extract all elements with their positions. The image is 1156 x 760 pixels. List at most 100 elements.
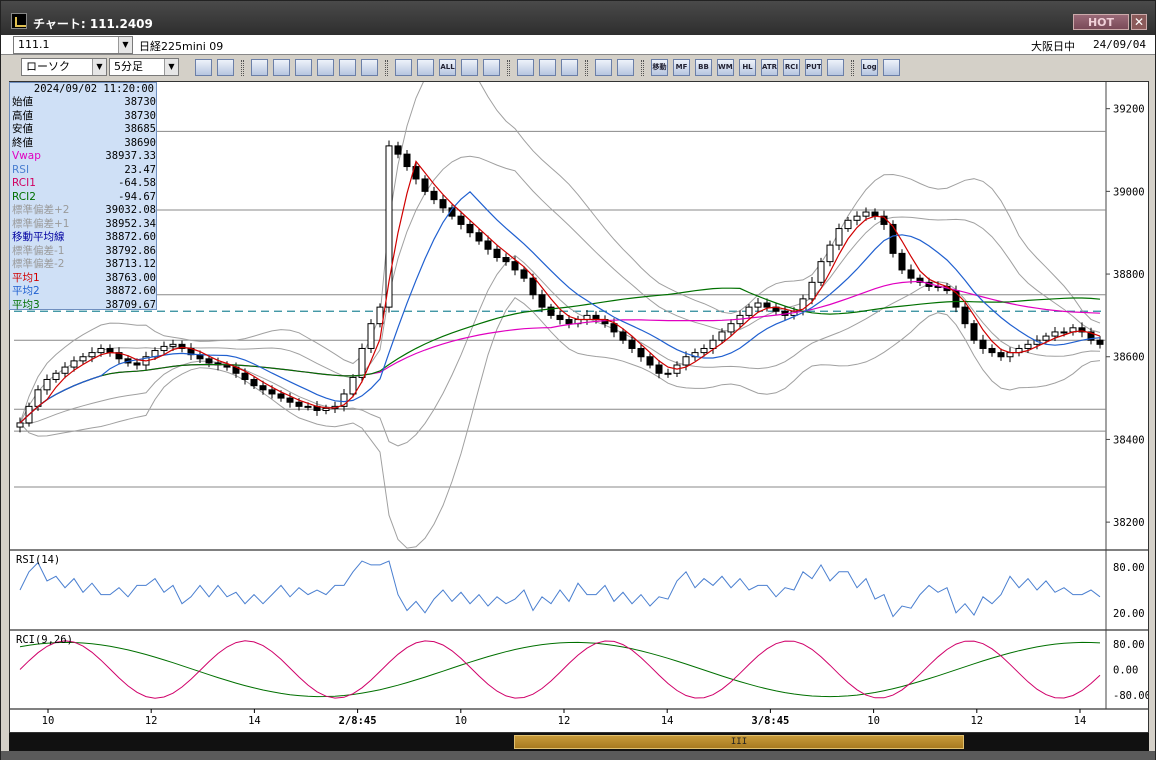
data-panel-value: 23.47 — [124, 163, 156, 176]
chevron-down-icon[interactable]: ▼ — [164, 59, 178, 75]
candle-body — [466, 223, 474, 234]
pointer-icon[interactable] — [295, 59, 312, 76]
time-scrollbar[interactable]: III — [9, 733, 1149, 751]
save-icon[interactable] — [361, 59, 378, 76]
chart-area[interactable]: 39200 39000 38800 38600 38400 38200 RSI(14) 80.… — [9, 81, 1149, 733]
data-panel-value: 38690 — [124, 136, 156, 149]
time-tick-label: 14 — [661, 715, 674, 727]
candle-body — [646, 356, 654, 366]
candle-body — [16, 422, 24, 428]
redo-icon[interactable] — [317, 59, 334, 76]
search-icon[interactable] — [483, 59, 500, 76]
toolbar-separator — [851, 60, 854, 76]
candle-body — [520, 269, 528, 279]
candle-body — [1051, 331, 1059, 337]
price-tick-label: 38800 — [1113, 269, 1145, 281]
rci-tick-label: 80.00 — [1113, 639, 1145, 651]
toolbar-atr-button[interactable]: ATR — [761, 59, 778, 76]
data-panel-value: 39032.08 — [105, 204, 156, 216]
candle-body — [610, 323, 618, 333]
chevron-down-icon[interactable]: ▼ — [118, 37, 132, 53]
candle-body — [637, 347, 645, 358]
time-tick-label: 10 — [454, 715, 467, 727]
candle-body — [763, 302, 771, 308]
candle-body — [1042, 335, 1050, 341]
chart-type-value: ローソク — [26, 60, 70, 73]
hot-button[interactable]: HOT — [1073, 14, 1129, 30]
title-bar[interactable]: チャート: 111.2409 HOT ✕ — [1, 1, 1155, 35]
candle-body — [88, 352, 96, 358]
toolbar-put-button[interactable]: PUT — [805, 59, 822, 76]
data-panel-value: 38730 — [124, 96, 156, 108]
instrument-name: 日経225mini 09 — [139, 40, 224, 53]
edit-icon[interactable] — [273, 59, 290, 76]
toolbar-all-button[interactable]: ALL — [439, 59, 456, 76]
crosshair-icon[interactable] — [217, 59, 234, 76]
toolbar-rci-button[interactable]: RCI — [783, 59, 800, 76]
candle-icon[interactable] — [517, 59, 534, 76]
candle-body — [502, 257, 510, 263]
data-panel-row: 平均3 38709.67 — [12, 299, 156, 312]
expand-icon[interactable] — [417, 59, 434, 76]
candle-body — [70, 360, 78, 368]
candle-body — [556, 314, 564, 321]
candle-body — [700, 347, 708, 354]
candle-body — [970, 323, 978, 341]
time-tick-label: 12 — [145, 715, 158, 727]
price-chart[interactable]: 39200 39000 38800 38600 38400 38200 RSI(14) 80.… — [10, 82, 1148, 732]
data-panel-value: 38792.86 — [105, 244, 156, 257]
toolbar-bb-button[interactable]: BB — [695, 59, 712, 76]
close-icon[interactable]: ✕ — [1131, 14, 1147, 30]
bollinger-band — [19, 297, 1101, 549]
data-panel-value: 38872.60 — [105, 285, 156, 297]
data-panel-label: 平均1 — [12, 271, 40, 284]
candle-body — [403, 153, 411, 168]
price-tick-label: 38200 — [1113, 517, 1145, 529]
gear-icon[interactable] — [561, 59, 578, 76]
down-arrow-icon[interactable] — [461, 59, 478, 76]
code-select[interactable]: 111.1 ▼ — [13, 36, 133, 54]
interval-select[interactable]: 5分足 ▼ — [109, 58, 179, 76]
candle-body — [979, 339, 987, 349]
frame-icon[interactable] — [827, 59, 844, 76]
candle-body — [898, 252, 906, 271]
print-icon[interactable] — [339, 59, 356, 76]
data-panel-label: 標準偏差-1 — [12, 244, 65, 257]
candle-body — [286, 397, 294, 403]
export-icon[interactable] — [883, 59, 900, 76]
chevron-down-icon[interactable]: ▼ — [92, 59, 106, 75]
data-panel-row: RCI1 -64.58 — [12, 177, 156, 190]
data-panel-label: 標準偏差+2 — [12, 204, 70, 216]
toolbar-log-button[interactable]: Log — [861, 59, 878, 76]
chart-type-select[interactable]: ローソク ▼ — [21, 58, 107, 76]
toolbar-ma-button[interactable]: 移動 — [651, 59, 668, 76]
candle-body — [430, 190, 438, 201]
toolbar-mf-button[interactable]: MF — [673, 59, 690, 76]
candle-body — [376, 306, 384, 325]
candle-body — [754, 302, 762, 308]
rci-tick-label: -80.00 — [1113, 690, 1148, 702]
toolbar-hl-button[interactable]: HL — [739, 59, 756, 76]
rsi-line — [19, 560, 1101, 618]
candle-body — [871, 211, 879, 217]
data-panel-label: 高値 — [12, 109, 33, 122]
toolbar-separator — [507, 60, 510, 76]
data-panel-row: 標準偏差+1 38952.34 — [12, 218, 156, 231]
shrink-icon[interactable] — [395, 59, 412, 76]
data-panel-label: 始値 — [12, 96, 33, 108]
data-panel-label: 移動平均線 — [12, 231, 65, 243]
candle-body — [529, 277, 537, 296]
palette-icon[interactable] — [617, 59, 634, 76]
zoom-icon[interactable] — [195, 59, 212, 76]
toolbar-wma-button[interactable]: WMA — [717, 59, 734, 76]
candle-body — [259, 385, 267, 391]
indicator-icon[interactable] — [539, 59, 556, 76]
data-panel-row: RSI 23.47 — [12, 164, 156, 177]
toolbar-separator — [241, 60, 244, 76]
window-title: チャート: 111.2409 — [33, 17, 153, 31]
line-icon[interactable] — [251, 59, 268, 76]
scrollbar-thumb[interactable]: III — [514, 735, 964, 749]
candle-body — [727, 323, 735, 333]
tools-icon[interactable] — [595, 59, 612, 76]
candle-body — [718, 331, 726, 341]
